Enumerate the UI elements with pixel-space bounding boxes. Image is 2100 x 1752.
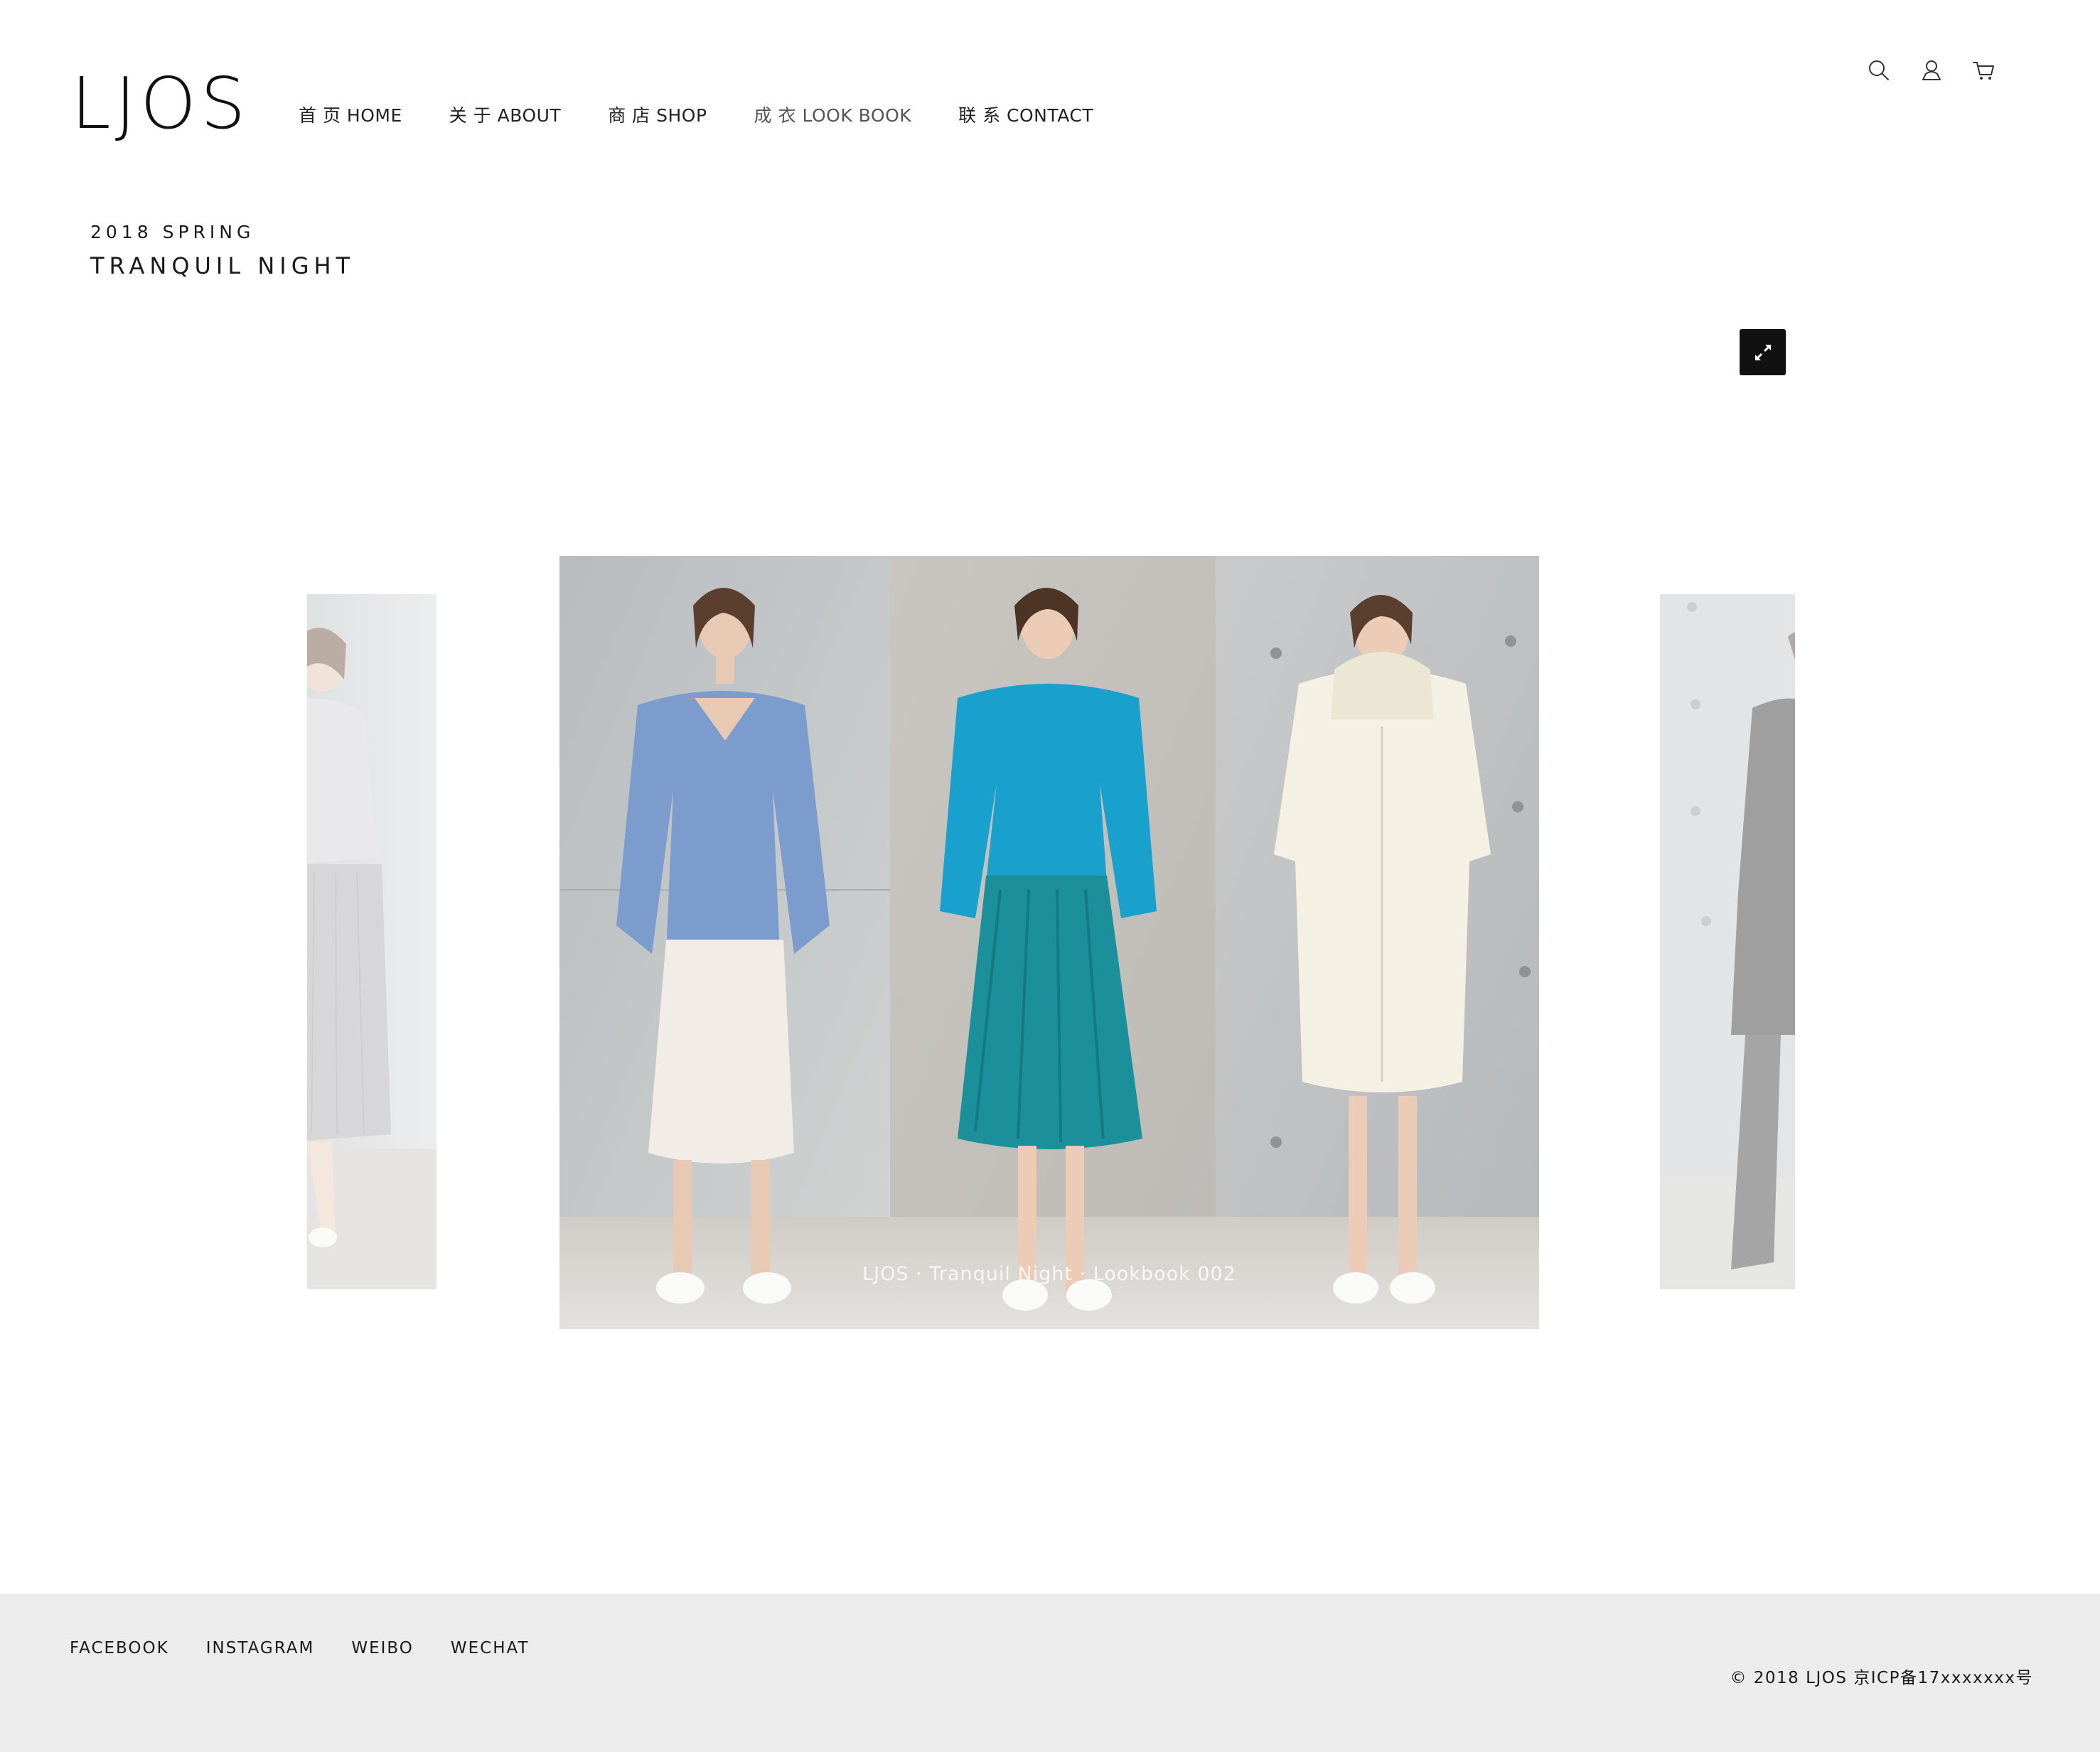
site-footer: FACEBOOK INSTAGRAM WEIBO WECHAT © 2018 L… xyxy=(0,1594,2100,1752)
header-icons xyxy=(1840,57,1998,84)
brand-logo[interactable]: LJOS xyxy=(71,68,250,139)
slide-caption: LJOS · Tranquil Night · Lookbook 002 xyxy=(862,1263,1236,1285)
nav-item-contact[interactable]: 联 系 CONTACT xyxy=(958,102,1093,127)
nav-item-home[interactable]: 首 页 HOME xyxy=(299,102,402,127)
nav-item-lookbook[interactable]: 成 衣 LOOK BOOK xyxy=(754,102,912,127)
nav-item-shop[interactable]: 商 店 SHOP xyxy=(608,102,707,127)
lookbook-photo-current xyxy=(559,556,1539,1329)
social-links: FACEBOOK INSTAGRAM WEIBO WECHAT xyxy=(70,1639,567,1657)
gallery-current-slide[interactable]: LJOS · Tranquil Night · Lookbook 002 xyxy=(559,556,1539,1329)
social-link-facebook[interactable]: FACEBOOK xyxy=(70,1639,169,1657)
user-icon[interactable] xyxy=(1918,57,1945,84)
collection-title: TRANQUIL NIGHT xyxy=(90,252,355,279)
nav-item-about[interactable]: 关 于 ABOUT xyxy=(449,102,561,127)
lookbook-photo-next xyxy=(1660,594,1795,1289)
social-link-weibo[interactable]: WEIBO xyxy=(351,1639,414,1657)
gallery-next-slide[interactable] xyxy=(1660,594,1795,1289)
gallery-prev-slide[interactable] xyxy=(307,594,436,1289)
lookbook-photo-prev xyxy=(307,594,436,1289)
cart-icon[interactable] xyxy=(1971,57,1998,84)
social-link-wechat[interactable]: WECHAT xyxy=(451,1639,530,1657)
fullscreen-button[interactable] xyxy=(1740,329,1786,375)
main-nav: 首 页 HOME 关 于 ABOUT 商 店 SHOP 成 衣 LOOK BOO… xyxy=(299,102,1140,127)
collection-season: 2018 SPRING xyxy=(90,222,255,242)
copyright-text: © 2018 LJOS 京ICP备17xxxxxxx号 xyxy=(1730,1669,2033,1687)
search-icon[interactable] xyxy=(1865,57,1892,84)
expand-icon xyxy=(1755,344,1771,360)
social-link-instagram[interactable]: INSTAGRAM xyxy=(206,1639,315,1657)
